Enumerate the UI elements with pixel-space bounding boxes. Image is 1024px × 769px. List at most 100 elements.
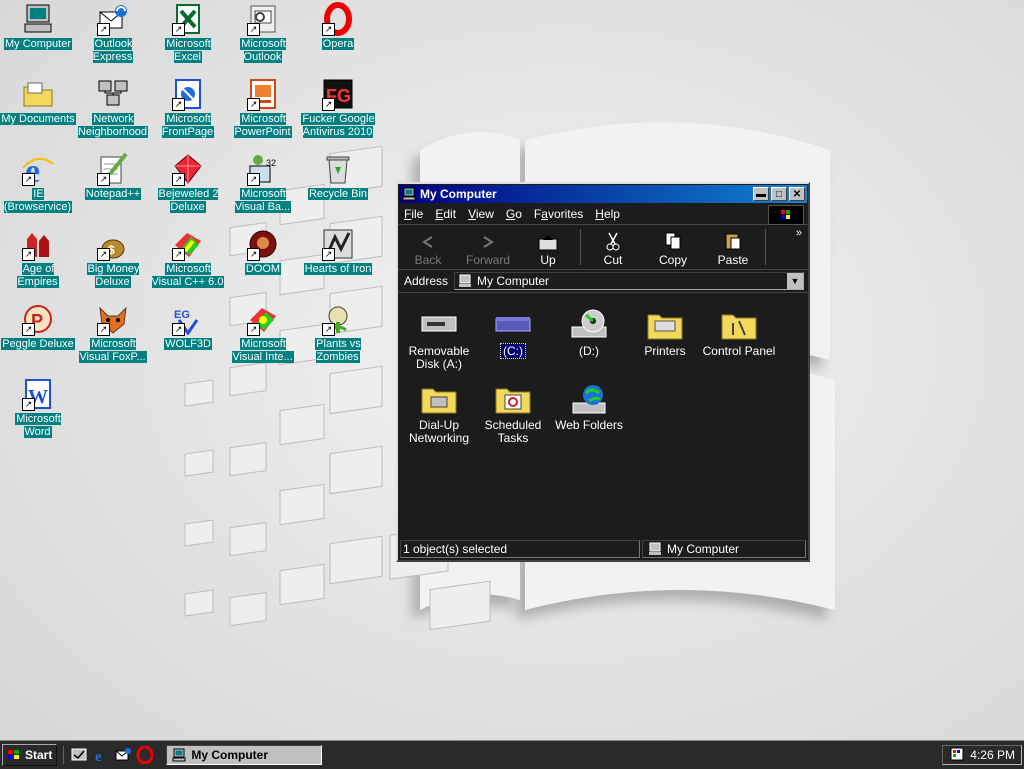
back-button[interactable]: Back xyxy=(398,233,458,269)
forward-arrow-icon xyxy=(483,236,494,248)
drive-item-scheduled-tasks[interactable]: Scheduled Tasks xyxy=(474,381,552,445)
item-label: Control Panel xyxy=(702,344,776,358)
drive-item-printers-folder[interactable]: Printers xyxy=(626,307,704,358)
opera-icon[interactable] xyxy=(136,745,154,765)
menu-bar: File Edit View Go Favorites Help xyxy=(398,204,808,225)
desktop-icon-foxpro[interactable]: ↗ Microsoft Visual FoxP... xyxy=(75,302,151,364)
menu-go[interactable]: Go xyxy=(500,207,528,221)
desktop-icon-ie[interactable]: e ↗ IE (Browservice) xyxy=(0,152,76,214)
standard-toolbar: Back Forward Up Cut Copy Paste » xyxy=(398,225,808,270)
menu-file[interactable]: File xyxy=(398,207,429,221)
shortcut-arrow-icon: ↗ xyxy=(22,248,35,261)
desktop-icon-visual-interdev[interactable]: ↗ Microsoft Visual Inte... xyxy=(225,302,301,364)
desktop-icon-label: Microsoft Word xyxy=(15,413,61,438)
shortcut-arrow-icon: ↗ xyxy=(247,323,260,336)
control-panel-icon xyxy=(721,314,757,340)
desktop-icon-visual-cpp[interactable]: ↗ Microsoft Visual C++ 6.0 xyxy=(150,227,226,289)
copy-button[interactable]: Copy xyxy=(643,231,703,269)
drive-item-floppy-drive[interactable]: Removable Disk (A:) xyxy=(400,307,478,371)
close-button[interactable]: ✕ xyxy=(789,187,805,201)
minimize-button[interactable]: ▬ xyxy=(753,187,769,201)
desktop-icon-doom[interactable]: ↗ DOOM xyxy=(225,227,301,276)
drive-item-web-folders[interactable]: Web Folders xyxy=(550,381,628,432)
shortcut-arrow-icon: ↗ xyxy=(22,398,35,411)
desktop-icon-peggle[interactable]: P ↗ Peggle Deluxe xyxy=(0,302,76,351)
start-button[interactable]: Start xyxy=(2,744,58,766)
toolbar-overflow-chevron-icon[interactable]: » xyxy=(796,227,802,239)
desktop-icon-visual-basic[interactable]: 32 ↗ Microsoft Visual Ba... xyxy=(225,152,301,214)
desktop-icon-my-computer[interactable]: My Computer xyxy=(0,2,76,51)
desktop-icon-outlook[interactable]: ↗ Microsoft Outlook xyxy=(225,2,301,64)
desktop-icon-opera[interactable]: ↗ Opera xyxy=(300,2,376,51)
desktop-icon-label: Fucker Google Antivirus 2010 xyxy=(301,113,375,138)
task-label: My Computer xyxy=(191,748,269,762)
desktop-icon-label: Microsoft FrontPage xyxy=(161,113,215,138)
shortcut-arrow-icon: ↗ xyxy=(247,173,260,186)
shortcut-arrow-icon: ↗ xyxy=(172,248,185,261)
my-computer-window[interactable]: My Computer ▬ □ ✕ File Edit View Go Favo… xyxy=(396,182,810,562)
menu-help[interactable]: Help xyxy=(589,207,626,221)
desktop-icon-big-money[interactable]: $ ↗ Big Money Deluxe xyxy=(75,227,151,289)
up-button[interactable]: Up xyxy=(518,233,578,269)
my-computer-icon xyxy=(459,274,472,287)
desktop-icon-recycle-bin[interactable]: Recycle Bin xyxy=(300,152,376,201)
desktop-icon-plants-vs-zombies[interactable]: ↗ Plants vs Zombies xyxy=(300,302,376,364)
address-label: Address xyxy=(404,274,449,288)
desktop-icon-label: Hearts of Iron xyxy=(303,263,373,275)
clock[interactable]: 4:26 PM xyxy=(970,748,1015,762)
shortcut-arrow-icon: ↗ xyxy=(172,323,185,336)
recycle-bin-icon xyxy=(326,156,350,184)
scheduled-tasks-icon xyxy=(495,388,531,414)
shortcut-arrow-icon: ↗ xyxy=(322,23,335,36)
desktop-icon-label: Notepad++ xyxy=(84,188,142,200)
status-selection: 1 object(s) selected xyxy=(400,540,640,558)
desktop-icon-frontpage[interactable]: ↗ Microsoft FrontPage xyxy=(150,77,226,139)
desktop-icon-word[interactable]: W ↗ Microsoft Word xyxy=(0,377,76,439)
address-field[interactable]: My Computer ▼ xyxy=(454,272,804,290)
maximize-button[interactable]: □ xyxy=(771,187,787,201)
title-bar[interactable]: My Computer ▬ □ ✕ xyxy=(399,185,807,203)
windows-logo-icon xyxy=(8,750,19,759)
task-scheduler-tray-icon[interactable] xyxy=(949,746,965,765)
address-dropdown-button[interactable]: ▼ xyxy=(787,273,803,289)
status-bar: 1 object(s) selected My Computer xyxy=(400,540,806,558)
shortcut-arrow-icon: ↗ xyxy=(22,173,35,186)
desktop-icon-label: Microsoft Visual C++ 6.0 xyxy=(151,263,225,288)
status-location-label: My Computer xyxy=(667,542,740,556)
desktop-icon-hearts-of-iron[interactable]: ↗ Hearts of Iron xyxy=(300,227,376,276)
desktop-icon-wolf3d[interactable]: EG ↗ WOLF3D xyxy=(150,302,226,351)
menu-edit[interactable]: Edit xyxy=(429,207,462,221)
svg-text:e: e xyxy=(95,749,102,764)
item-label: Dial-Up Networking xyxy=(408,418,470,445)
desktop-icon-outlook-express[interactable]: ↗ Outlook Express xyxy=(75,2,151,64)
shortcut-arrow-icon: ↗ xyxy=(247,23,260,36)
outlook-express-icon[interactable] xyxy=(114,746,132,764)
up-label: Up xyxy=(540,253,556,267)
desktop-icon-bejeweled[interactable]: ↗ Bejeweled 2 Deluxe xyxy=(150,152,226,214)
drive-item-cd-drive[interactable]: (D:) xyxy=(550,307,628,358)
paste-button[interactable]: Paste xyxy=(703,231,763,269)
drive-item-control-panel[interactable]: Control Panel xyxy=(700,307,778,358)
drive-item-hard-drive[interactable]: (C:) xyxy=(474,307,552,359)
ie-icon[interactable]: e xyxy=(92,746,110,765)
cut-button[interactable]: Cut xyxy=(583,231,643,269)
menu-view[interactable]: View xyxy=(462,207,500,221)
show-desktop-icon[interactable] xyxy=(70,746,88,764)
address-value: My Computer xyxy=(477,274,550,288)
system-tray: 4:26 PM xyxy=(942,745,1022,765)
forward-button[interactable]: Forward xyxy=(458,233,518,269)
menu-favorites[interactable]: Favorites xyxy=(528,207,589,221)
shortcut-arrow-icon: ↗ xyxy=(97,248,110,261)
desktop-icon-notepad[interactable]: ↗ Notepad++ xyxy=(75,152,151,201)
desktop-icon-network[interactable]: Network Neighborhood xyxy=(75,77,151,139)
shortcut-arrow-icon: ↗ xyxy=(97,23,110,36)
forward-label: Forward xyxy=(465,253,510,267)
desktop-icon-excel[interactable]: ↗ Microsoft Excel xyxy=(150,2,226,64)
desktop-icon-powerpoint[interactable]: ↗ Microsoft PowerPoint xyxy=(225,77,301,139)
desktop-icon-folder[interactable]: My Documents xyxy=(0,77,76,126)
drive-item-dialup-folder[interactable]: Dial-Up Networking xyxy=(400,381,478,445)
desktop-icon-age-of-empires[interactable]: ↗ Age of Empires xyxy=(0,227,76,289)
desktop-icon-fg-antivirus[interactable]: FG ↗ Fucker Google Antivirus 2010 xyxy=(300,77,376,139)
quick-launch: e xyxy=(63,745,158,765)
taskbar-button-my-computer[interactable]: My Computer xyxy=(166,745,323,765)
